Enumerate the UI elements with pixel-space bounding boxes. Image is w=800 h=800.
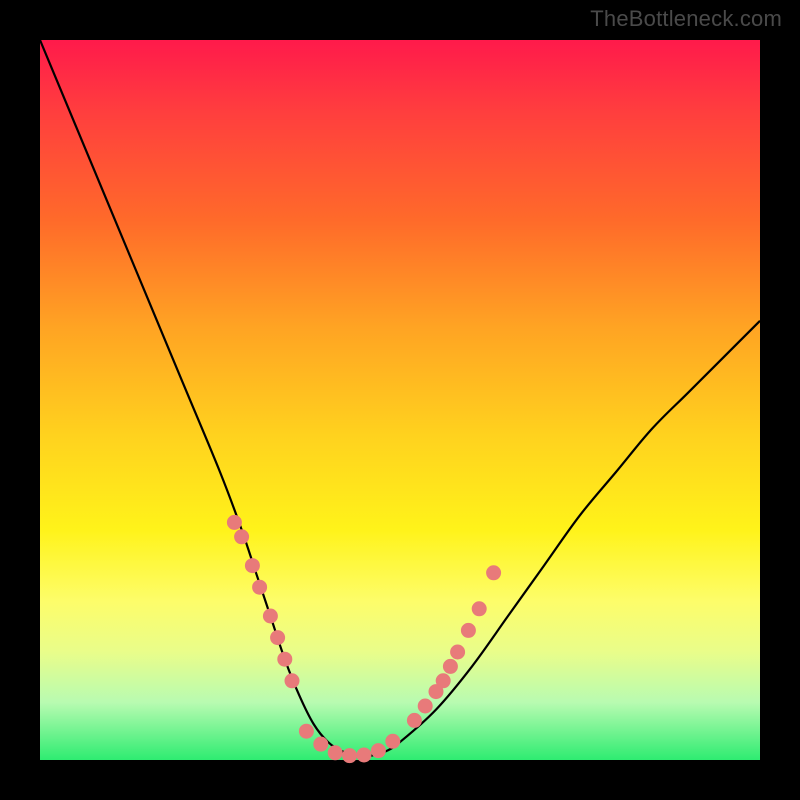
- marker-dot: [227, 515, 241, 529]
- marker-dot: [451, 645, 465, 659]
- marker-dot: [407, 713, 421, 727]
- marker-dot: [386, 734, 400, 748]
- watermark-text: TheBottleneck.com: [590, 6, 782, 32]
- chart-stage: TheBottleneck.com: [0, 0, 800, 800]
- marker-dot: [418, 699, 432, 713]
- marker-dot: [343, 749, 357, 763]
- marker-cluster-bottom: [299, 724, 399, 762]
- marker-dot: [245, 559, 259, 573]
- marker-dot: [271, 631, 285, 645]
- plot-area: [40, 40, 760, 760]
- marker-dot: [328, 746, 342, 760]
- marker-dot: [443, 659, 457, 673]
- marker-dot: [357, 748, 371, 762]
- marker-dot: [285, 674, 299, 688]
- curve-svg: [40, 40, 760, 760]
- marker-dot: [436, 674, 450, 688]
- marker-dot: [371, 744, 385, 758]
- marker-dot: [314, 737, 328, 751]
- marker-dot: [461, 623, 475, 637]
- marker-dot: [299, 724, 313, 738]
- marker-dot: [487, 566, 501, 580]
- bottleneck-curve: [40, 40, 760, 756]
- marker-cluster-left: [227, 515, 299, 687]
- marker-dot: [278, 652, 292, 666]
- marker-dot: [472, 602, 486, 616]
- marker-dot: [263, 609, 277, 623]
- marker-dot: [253, 580, 267, 594]
- marker-dot: [235, 530, 249, 544]
